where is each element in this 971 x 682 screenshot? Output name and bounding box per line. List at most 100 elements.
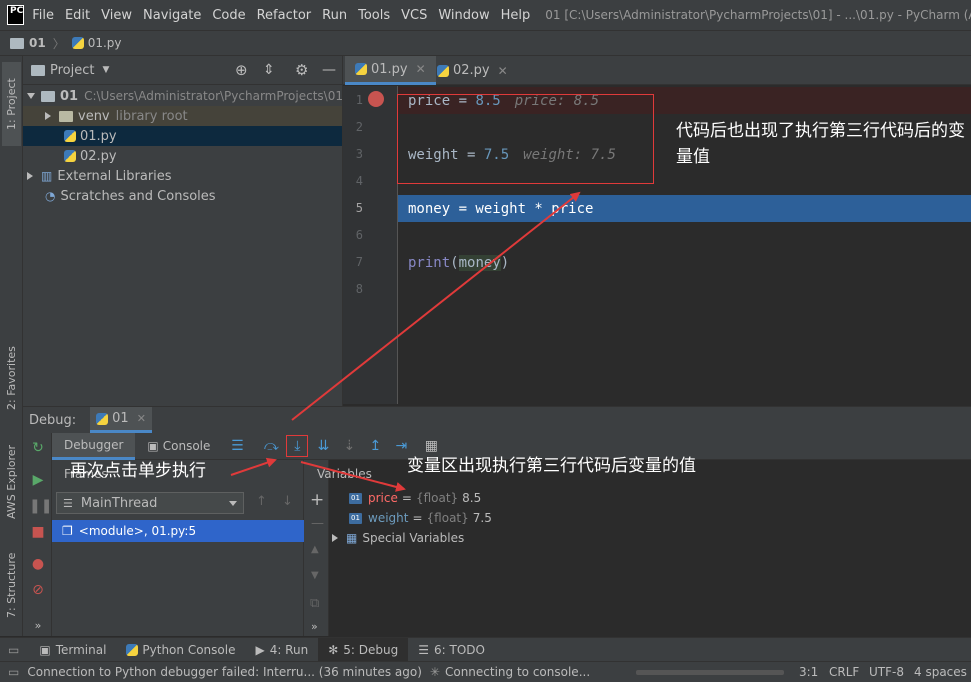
variable-row-price[interactable]: 01 price = {float} 8.5 xyxy=(349,488,481,508)
library-icon: ▥ xyxy=(41,169,53,183)
status-message[interactable]: Connection to Python debugger failed: In… xyxy=(27,665,422,679)
locate-icon[interactable]: ⊕ xyxy=(235,61,248,79)
view-breakpoints-icon[interactable]: ● xyxy=(29,555,47,573)
frame-icon: ❐ xyxy=(62,524,73,538)
variable-type-icon: 01 xyxy=(349,512,362,524)
close-icon[interactable]: ✕ xyxy=(498,64,508,78)
rerun-icon[interactable]: ↻ xyxy=(29,439,47,457)
mute-breakpoints-icon[interactable]: ⊘ xyxy=(29,581,47,599)
remove-watch-icon[interactable]: — xyxy=(311,516,324,531)
tree-venv-hint: library root xyxy=(115,108,188,124)
code-line-5-text: money = weight * price xyxy=(408,200,594,217)
breakpoint-icon[interactable] xyxy=(368,91,384,107)
variable-value: 8.5 xyxy=(462,491,482,505)
tool-tab-structure[interactable]: 7: Structure xyxy=(2,544,21,626)
menu-run[interactable]: Run xyxy=(322,8,347,23)
menu-code[interactable]: Code xyxy=(212,8,245,23)
annotation-top-text: 代码后也出现了执行第三行代码后的变量值 xyxy=(676,121,965,167)
editor-tab-02py[interactable]: 02.py ✕ xyxy=(427,56,518,85)
tree-item-scratches[interactable]: ◔ Scratches and Consoles xyxy=(23,186,342,206)
menu-edit[interactable]: Edit xyxy=(65,8,90,23)
step-over-icon[interactable]: ⤓ xyxy=(286,435,309,457)
line-number: 1 xyxy=(355,93,363,107)
resume-icon[interactable]: ▶ xyxy=(29,471,47,489)
move-up-icon[interactable]: ▲ xyxy=(311,544,319,555)
special-variables-icon: ▦ xyxy=(346,531,358,545)
breadcrumb-project[interactable]: 01 xyxy=(29,36,46,50)
menu-vcs[interactable]: VCS xyxy=(401,8,427,23)
tab-debugger-label: Debugger xyxy=(64,437,124,452)
tab-debugger[interactable]: Debugger xyxy=(52,432,136,460)
status-position[interactable]: 3:1 xyxy=(799,665,818,679)
tool-tab-terminal[interactable]: ▣ Terminal xyxy=(29,638,116,662)
chevron-down-icon[interactable]: ▼ xyxy=(102,65,109,75)
more-icon[interactable]: » xyxy=(29,617,47,635)
add-watch-icon[interactable]: + xyxy=(310,490,324,510)
gear-icon[interactable]: ⚙ xyxy=(295,61,308,79)
status-indent[interactable]: 4 spaces xyxy=(914,665,967,679)
status-encoding[interactable]: UTF-8 xyxy=(869,665,904,679)
tool-tab-aws-explorer[interactable]: AWS Explorer xyxy=(2,434,21,530)
menu-window[interactable]: Window xyxy=(438,8,489,23)
tool-tab-debug[interactable]: ✻ 5: Debug xyxy=(318,637,409,662)
stop-icon[interactable]: ■ xyxy=(29,523,47,541)
menu-help[interactable]: Help xyxy=(501,8,531,23)
step-into-icon[interactable]: ⇊ xyxy=(312,435,334,457)
show-execution-point-icon[interactable]: ⤼ xyxy=(260,435,282,457)
tree-item-venv[interactable]: venv library root xyxy=(23,106,342,126)
close-icon[interactable]: ✕ xyxy=(416,62,426,76)
project-view-selector[interactable]: Project xyxy=(50,63,94,78)
variable-type: {float} xyxy=(426,511,469,525)
thread-select[interactable]: ☰ MainThread xyxy=(56,492,244,514)
line-number: 8 xyxy=(355,282,363,296)
threads-menu-icon[interactable]: ☰ xyxy=(226,435,248,457)
more-icon[interactable]: » xyxy=(311,620,318,633)
python-file-icon xyxy=(437,64,449,77)
tool-tab-todo[interactable]: ☰ 6: TODO xyxy=(408,638,495,662)
menu-tools[interactable]: Tools xyxy=(358,8,390,23)
editor-gutter[interactable]: 1 2 3 4 5 6 7 8 xyxy=(343,86,398,404)
tool-tab-run[interactable]: ▶ 4: Run xyxy=(245,638,318,662)
tree-item-external-libraries[interactable]: ▥ External Libraries xyxy=(23,166,342,186)
variable-name: weight xyxy=(368,511,409,525)
line-number: 4 xyxy=(355,174,363,188)
menu-file[interactable]: File xyxy=(32,8,54,23)
editor-tab-01py[interactable]: 01.py ✕ xyxy=(345,56,436,85)
tool-tab-favorites[interactable]: 2: Favorites xyxy=(2,338,21,418)
variable-name: price xyxy=(368,491,398,505)
close-icon[interactable]: ✕ xyxy=(137,412,146,425)
collapse-all-icon[interactable]: ⇕ xyxy=(263,62,275,78)
debug-config-tab[interactable]: 01 ✕ xyxy=(90,407,152,433)
menu-navigate[interactable]: Navigate xyxy=(143,8,201,23)
pause-icon[interactable]: ❚❚ xyxy=(29,497,52,515)
tree-item-02py[interactable]: 02.py xyxy=(23,146,342,166)
hide-panel-icon[interactable]: — xyxy=(322,62,336,78)
special-variables-row[interactable]: ▦ Special Variables xyxy=(332,528,464,548)
frame-row[interactable]: ❐ <module>, 01.py:5 xyxy=(52,520,304,542)
tool-tab-python-console[interactable]: Python Console xyxy=(116,638,245,662)
folder-icon xyxy=(59,110,73,122)
status-line-separator[interactable]: CRLF xyxy=(829,665,859,679)
collapsed-arrow-icon xyxy=(27,172,33,180)
tree-external-name: External Libraries xyxy=(57,168,172,184)
step-into-my-code-icon[interactable]: ⇣ xyxy=(338,435,360,457)
toggle-tool-windows-icon[interactable]: ▭ xyxy=(8,643,19,657)
step-out-icon[interactable]: ↥ xyxy=(364,435,386,457)
frame-down-icon[interactable]: ↓ xyxy=(282,494,293,509)
copy-watch-icon[interactable]: ⧉ xyxy=(310,596,319,611)
frame-up-icon[interactable]: ↑ xyxy=(256,494,267,509)
tree-item-root[interactable]: 01 C:\Users\Administrator\PycharmProject… xyxy=(23,86,342,106)
variable-row-weight[interactable]: 01 weight = {float} 7.5 xyxy=(349,508,492,528)
menu-refactor[interactable]: Refactor xyxy=(257,8,312,23)
debug-icon: ✻ xyxy=(328,642,339,657)
tree-item-01py[interactable]: 01.py xyxy=(23,126,342,146)
tool-tab-project[interactable]: 1: Project xyxy=(2,62,21,146)
tool-tab-run-label: 4: Run xyxy=(269,642,309,657)
breadcrumb-file[interactable]: 01.py xyxy=(88,36,122,50)
python-file-icon xyxy=(355,63,367,75)
move-down-icon[interactable]: ▼ xyxy=(311,570,319,581)
status-panel-icon[interactable]: ▭ xyxy=(8,665,19,679)
tree-root-name: 01 xyxy=(60,88,79,104)
menu-view[interactable]: View xyxy=(101,8,132,23)
tab-console[interactable]: ▣ Console xyxy=(135,433,222,460)
